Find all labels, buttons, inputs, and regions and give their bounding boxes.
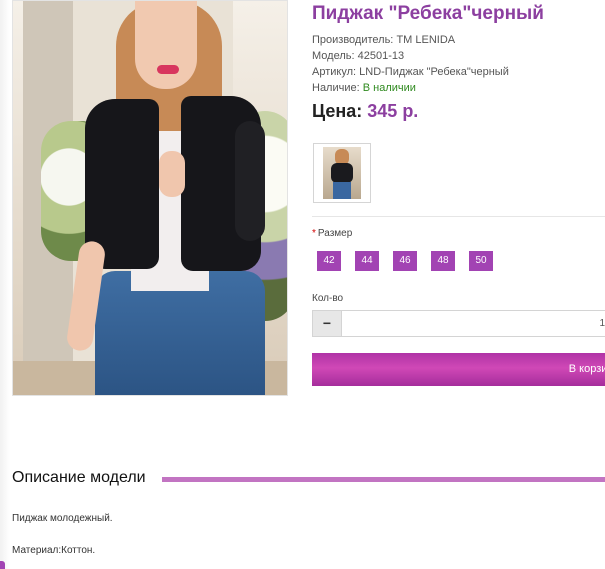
price: Цена: 345 р. [312, 101, 418, 122]
options-divider [312, 216, 605, 217]
size-option-42[interactable]: 42 [317, 251, 341, 271]
size-option-44[interactable]: 44 [355, 251, 379, 271]
sku-value: LND-Пиджак "Ребека"черный [359, 66, 509, 78]
description-heading-rule [162, 477, 605, 482]
product-specs: Производитель: TM LENIDA Модель: 42501-1… [312, 32, 509, 96]
thumbnail-image [323, 147, 361, 199]
page-left-shadow [0, 0, 10, 569]
model-value: 42501-13 [357, 50, 405, 62]
sku-label: Артикул: [312, 66, 357, 78]
quantity-label: Кол-во [312, 293, 344, 304]
description-line-2: Материал:Коттон. [12, 545, 96, 556]
product-thumbnail[interactable] [313, 143, 371, 203]
product-main-image[interactable] [12, 0, 288, 396]
size-option-50[interactable]: 50 [469, 251, 493, 271]
quantity-stepper: − [312, 310, 605, 337]
availability-value: В наличии [362, 82, 416, 94]
thumbnail-jacket [331, 163, 353, 183]
photo-hand [159, 151, 185, 197]
add-to-cart-button[interactable]: В корзину [312, 353, 605, 386]
manufacturer-row: Производитель: TM LENIDA [312, 32, 509, 48]
model-row: Модель: 42501-13 [312, 48, 509, 64]
availability-row: Наличие: В наличии [312, 80, 509, 96]
price-label: Цена: [312, 101, 363, 121]
photo-lips [157, 65, 179, 74]
availability-label: Наличие: [312, 82, 360, 94]
manufacturer-label: Производитель: [312, 34, 394, 46]
required-mark: * [312, 228, 316, 239]
sku-row: Артикул: LND-Пиджак "Ребека"черный [312, 64, 509, 80]
product-title: Пиджак "Ребека"черный [312, 3, 544, 24]
manufacturer-value[interactable]: TM LENIDA [396, 34, 455, 46]
model-label: Модель: [312, 50, 355, 62]
description-heading: Описание модели [12, 469, 146, 486]
price-value: 345 р. [367, 101, 419, 121]
size-label: * Размер [312, 228, 352, 239]
photo-face [135, 1, 197, 89]
size-option-46[interactable]: 46 [393, 251, 417, 271]
description-line-1: Пиджак молодежный. [12, 513, 113, 524]
add-to-cart-label: В корзину [568, 363, 605, 375]
photo-arm-right [235, 121, 265, 241]
quantity-input[interactable] [343, 311, 605, 336]
scroll-corner-tab[interactable] [0, 561, 5, 569]
size-label-text: Размер [317, 228, 353, 239]
thumbnail-jeans [333, 182, 351, 199]
size-option-48[interactable]: 48 [431, 251, 455, 271]
quantity-minus-button[interactable]: − [313, 311, 342, 336]
